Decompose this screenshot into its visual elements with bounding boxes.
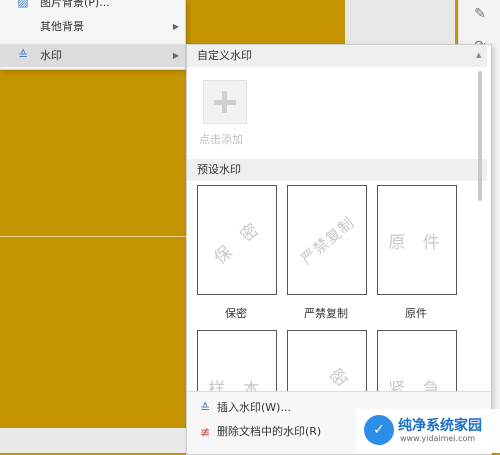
watermark-preset-no-copy[interactable]: 严禁复制 <box>287 185 367 295</box>
insert-watermark-label: 插入水印(W)... <box>217 401 291 414</box>
menu-item-watermark[interactable]: ≙ 水印 ▶ <box>0 44 185 67</box>
watermark-caption: 保密 <box>225 307 247 320</box>
watermark-icon: ≙ <box>17 48 29 62</box>
add-watermark-button[interactable] <box>203 80 247 124</box>
watermark-preview-text: 原 件 <box>388 232 446 253</box>
menu-item-label: 其他背景 <box>40 20 84 33</box>
watermark-caption: 原件 <box>405 307 427 320</box>
menu-item-other-background[interactable]: 其他背景 ▶ <box>0 15 185 38</box>
scrollbar[interactable] <box>478 67 484 257</box>
preset-watermark-title: 预设水印 <box>187 159 487 181</box>
delete-watermark-label: 删除文档中的水印(R) <box>217 425 322 438</box>
scroll-up-arrow[interactable]: ▲ <box>476 51 481 59</box>
logo-url: www.yidaimei.com <box>400 434 476 443</box>
watermark-caption: 严禁复制 <box>304 307 348 320</box>
scrollbar-thumb[interactable] <box>478 71 482 201</box>
background-menu: ▨ 图片背景(P)... 其他背景 ▶ ≙ 水印 ▶ <box>0 0 186 70</box>
delete-watermark-icon: ≢ <box>199 425 211 439</box>
logo-name: 纯净系统家园 <box>398 418 482 434</box>
logo-icon: ✓ <box>364 415 394 445</box>
pen-icon[interactable]: ✎ <box>459 2 500 26</box>
site-logo: ✓ 纯净系统家园 www.yidaimei.com <box>356 409 500 453</box>
chevron-right-icon: ▶ <box>172 22 179 31</box>
watermark-icon: ≙ <box>199 401 211 415</box>
watermark-preview-text: 严禁复制 <box>297 212 358 268</box>
watermark-submenu: 自定义水印 点击添加 预设水印 保 密 保密 严禁复制 严禁复制 原 件 原件 … <box>186 44 492 455</box>
image-icon: ▨ <box>17 0 29 9</box>
watermark-preset-original[interactable]: 原 件 <box>377 185 457 295</box>
menu-item-picture-background[interactable]: ▨ 图片背景(P)... <box>0 0 185 14</box>
custom-watermark-title: 自定义水印 <box>187 45 487 67</box>
watermark-preset-secret[interactable]: 保 密 <box>197 185 277 295</box>
watermark-preview-text: 保 密 <box>210 215 268 269</box>
add-watermark-label: 点击添加 <box>199 133 243 146</box>
chevron-right-icon: ▶ <box>172 51 179 60</box>
menu-item-label: 水印 <box>40 49 62 62</box>
menu-item-label: 图片背景(P)... <box>40 0 110 9</box>
